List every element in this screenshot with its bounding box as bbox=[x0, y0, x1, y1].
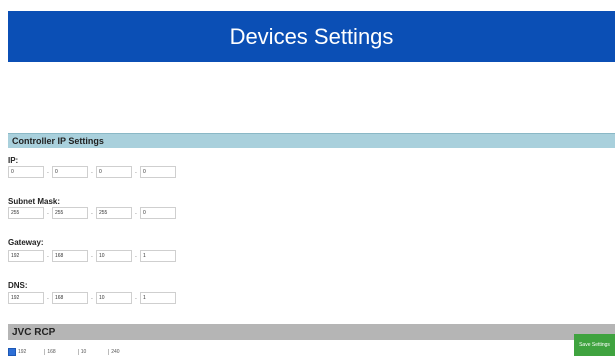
subnet-mask-row: . . . bbox=[8, 207, 176, 219]
save-settings-button[interactable]: Save Settings bbox=[574, 334, 615, 356]
subnet-octet-4[interactable] bbox=[140, 207, 176, 219]
controller-ip-settings-bar: Controller IP Settings bbox=[8, 133, 615, 148]
ip-octet-1[interactable] bbox=[8, 166, 44, 178]
dns-dot-3: . bbox=[135, 295, 137, 301]
gateway-dot-1: . bbox=[47, 253, 49, 259]
dns-row: . . . bbox=[8, 292, 176, 304]
ip-address-row: . . . bbox=[8, 166, 176, 178]
dns-octet-4[interactable] bbox=[140, 292, 176, 304]
page-title: Devices Settings bbox=[229, 23, 394, 49]
jvc-octet-4[interactable]: 240 bbox=[108, 348, 120, 355]
page-header: Devices Settings bbox=[8, 11, 615, 62]
dns-octet-3[interactable] bbox=[96, 292, 132, 304]
ip-octet-4[interactable] bbox=[140, 166, 176, 178]
dns-dot-2: . bbox=[91, 295, 93, 301]
gateway-row: . . . bbox=[8, 250, 176, 262]
dns-octet-1[interactable] bbox=[8, 292, 44, 304]
jvc-rcp-row: 192 168 10 240 bbox=[8, 347, 142, 356]
subnet-mask-label: Subnet Mask: bbox=[8, 197, 61, 206]
gateway-dot-2: . bbox=[91, 253, 93, 259]
gateway-dot-3: . bbox=[135, 253, 137, 259]
gateway-octet-3[interactable] bbox=[96, 250, 132, 262]
jvc-rcp-bar: JVC RCP bbox=[8, 324, 615, 340]
subnet-dot-3: . bbox=[135, 210, 137, 216]
dns-octet-2[interactable] bbox=[52, 292, 88, 304]
gateway-octet-4[interactable] bbox=[140, 250, 176, 262]
subnet-octet-3[interactable] bbox=[96, 207, 132, 219]
controller-ip-settings-title: Controller IP Settings bbox=[12, 136, 104, 146]
dns-label: DNS: bbox=[8, 281, 28, 290]
jvc-octet-1[interactable]: 192 bbox=[18, 349, 26, 355]
dns-dot-1: . bbox=[47, 295, 49, 301]
subnet-octet-2[interactable] bbox=[52, 207, 88, 219]
ip-dot-2: . bbox=[91, 169, 93, 175]
ip-dot-3: . bbox=[135, 169, 137, 175]
ip-octet-2[interactable] bbox=[52, 166, 88, 178]
gateway-label: Gateway: bbox=[8, 238, 44, 247]
jvc-rcp-title: JVC RCP bbox=[12, 326, 56, 338]
jvc-octet-2[interactable]: 168 bbox=[44, 348, 56, 355]
subnet-dot-1: . bbox=[47, 210, 49, 216]
ip-dot-1: . bbox=[47, 169, 49, 175]
jvc-enable-checkbox[interactable] bbox=[8, 347, 16, 356]
ip-octet-3[interactable] bbox=[96, 166, 132, 178]
ip-label: IP: bbox=[8, 156, 19, 165]
subnet-octet-1[interactable] bbox=[8, 207, 44, 219]
gateway-octet-2[interactable] bbox=[52, 250, 88, 262]
gateway-octet-1[interactable] bbox=[8, 250, 44, 262]
jvc-octet-3[interactable]: 10 bbox=[77, 348, 86, 355]
subnet-dot-2: . bbox=[91, 210, 93, 216]
